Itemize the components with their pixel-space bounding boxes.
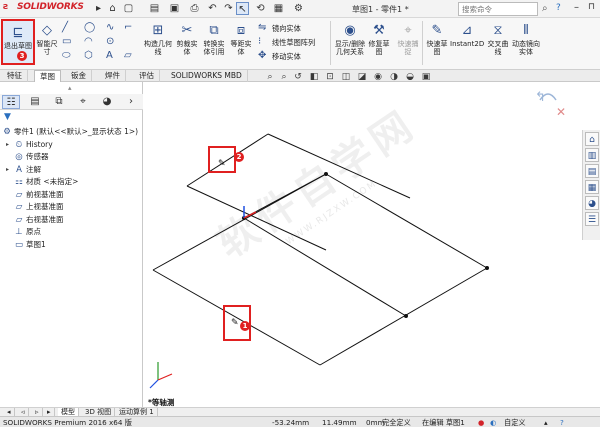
status-bar: SOLIDWORKS Premium 2016 x64 版 -53.24mm 1… xyxy=(0,416,600,427)
confirm-corner-reject-icon[interactable]: ✕ xyxy=(556,105,566,119)
zoom-to-fit-icon[interactable]: ⌕ xyxy=(264,71,276,83)
sketch-line[interactable] xyxy=(186,133,269,187)
custom-properties-icon[interactable]: ☰ xyxy=(585,212,599,226)
previous-view-icon[interactable]: ↺ xyxy=(292,71,304,83)
confirm-corner-accept-icon[interactable]: ↰ xyxy=(535,90,546,105)
sketch-canvas[interactable]: ✎ ✎ xyxy=(0,0,600,427)
zoom-area-icon[interactable]: ⌕ xyxy=(278,71,290,83)
bottom-tab-bar: ◂ ◃ ▹ ▸ 模型 3D 视图 运动算例 1 xyxy=(0,407,600,417)
view-settings-icon[interactable]: ▣ xyxy=(420,71,432,83)
status-editing: 在编辑 草图1 xyxy=(422,418,465,427)
status-x-coord: -53.24mm xyxy=(272,418,310,427)
status-app-name: SOLIDWORKS Premium 2016 x64 版 xyxy=(3,418,132,427)
status-definition-state: 完全定义 xyxy=(382,418,411,427)
view-palette-icon[interactable]: ▦ xyxy=(585,180,599,194)
display-style-icon[interactable]: ◪ xyxy=(356,71,368,83)
solidworks-resources-icon[interactable]: ⌂ xyxy=(585,132,599,146)
sketch-line[interactable] xyxy=(243,217,407,317)
step-badge-2: 2 xyxy=(234,152,244,162)
cursor-icon: ✎ xyxy=(218,159,226,169)
status-units[interactable]: 自定义 xyxy=(504,418,526,427)
design-library-icon[interactable]: ▥ xyxy=(585,148,599,162)
appearances-icon[interactable]: ◕ xyxy=(585,196,599,210)
status-help-icon[interactable]: ? xyxy=(560,418,564,427)
sketch-point[interactable] xyxy=(324,172,328,176)
sketch-point[interactable] xyxy=(404,314,408,318)
sketch-line[interactable] xyxy=(319,267,488,366)
rebuild-status-icon[interactable]: ● xyxy=(478,418,484,427)
task-pane: ⌂ ▥ ▤ ▦ ◕ ☰ xyxy=(582,130,600,240)
dynamic-annotation-icon[interactable]: ⊡ xyxy=(324,71,336,83)
step-badge-1: 1 xyxy=(240,321,250,331)
hide-show-items-icon[interactable]: ◉ xyxy=(372,71,384,83)
sketch-line[interactable] xyxy=(325,173,488,269)
apply-scene-icon[interactable]: ◒ xyxy=(404,71,416,83)
section-view-icon[interactable]: ◧ xyxy=(308,71,320,83)
file-explorer-icon[interactable]: ▤ xyxy=(585,164,599,178)
sketch-line[interactable] xyxy=(186,185,327,251)
edit-appearance-icon[interactable]: ◑ xyxy=(388,71,400,83)
view-triad-icon xyxy=(149,362,173,389)
cursor-icon: ✎ xyxy=(231,318,239,328)
status-info-icon[interactable]: ◐ xyxy=(490,418,496,427)
sketch-point[interactable] xyxy=(485,266,489,270)
sketch-line[interactable] xyxy=(267,133,411,199)
sketch-line[interactable] xyxy=(243,173,327,219)
status-y-coord: 11.49mm xyxy=(322,418,357,427)
units-dropdown-icon[interactable]: ▴ xyxy=(544,418,548,427)
view-orientation-icon[interactable]: ◫ xyxy=(340,71,352,83)
